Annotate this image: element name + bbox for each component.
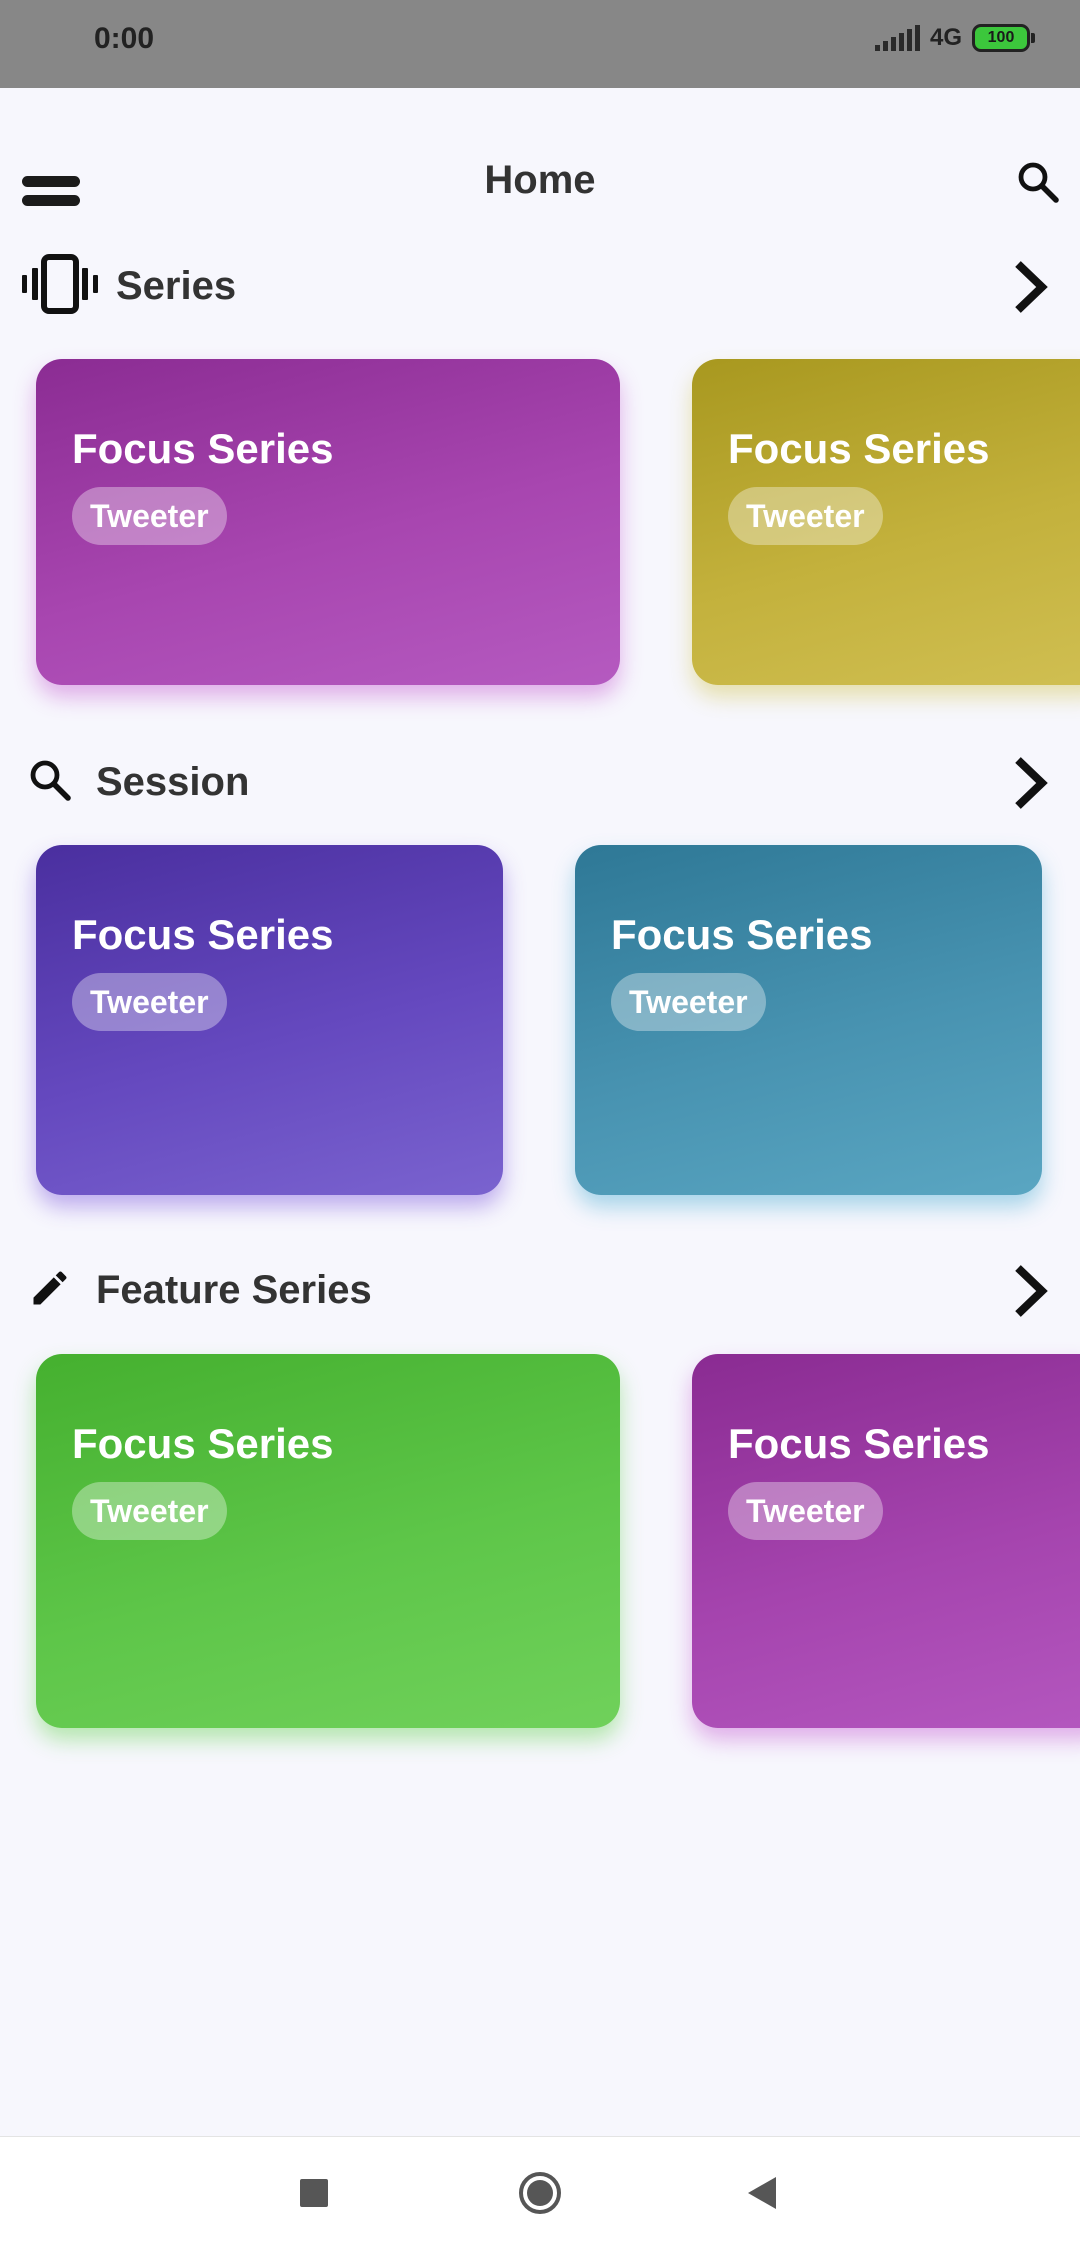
battery-icon: 100 (972, 24, 1035, 52)
chevron-right-icon[interactable] (1010, 258, 1050, 316)
session-card[interactable]: Focus Series Tweeter (36, 845, 503, 1195)
card-title: Focus Series (728, 425, 990, 472)
section-title: Feature Series (96, 1268, 372, 1312)
session-card[interactable]: Focus Series Tweeter (575, 845, 1042, 1195)
feature-series-card[interactable]: Focus Series Tweeter (36, 1354, 620, 1728)
section-header-feature-series[interactable]: Feature Series (0, 1256, 1080, 1326)
signal-icon (874, 25, 920, 51)
card-title: Focus Series (72, 1420, 334, 1467)
home-icon[interactable] (518, 2171, 562, 2215)
card-title: Focus Series (72, 425, 334, 472)
status-indicators: 4G 100 (874, 24, 1035, 52)
page-title: Home (484, 158, 596, 202)
status-bar: 0:00 4G 100 (0, 0, 1080, 88)
card-tag: Tweeter (728, 1482, 883, 1540)
card-tag: Tweeter (72, 1482, 227, 1540)
system-nav-bar (0, 2136, 1080, 2247)
section-header-session[interactable]: Session (0, 748, 1080, 818)
card-tag: Tweeter (72, 487, 227, 545)
chevron-right-icon[interactable] (1010, 754, 1050, 812)
back-icon[interactable] (746, 2175, 778, 2211)
recents-icon[interactable] (300, 2179, 328, 2207)
card-tag: Tweeter (728, 487, 883, 545)
search-icon[interactable] (1014, 158, 1062, 206)
status-time: 0:00 (94, 22, 155, 55)
search-icon (30, 760, 71, 801)
section-header-series[interactable]: Series (0, 252, 1080, 322)
series-card[interactable]: Focus Series Tweeter (36, 359, 620, 685)
card-tag: Tweeter (72, 973, 227, 1031)
series-card[interactable]: Focus Series Tweeter (692, 359, 1080, 685)
pencil-icon (33, 1271, 67, 1305)
section-title: Session (96, 760, 250, 804)
vibration-icon (22, 254, 98, 314)
card-title: Focus Series (728, 1420, 990, 1467)
feature-series-card[interactable]: Focus Series Tweeter (692, 1354, 1080, 1728)
card-title: Focus Series (611, 911, 873, 958)
section-title: Series (116, 264, 237, 308)
battery-level: 100 (987, 29, 1015, 46)
network-label: 4G (929, 24, 962, 51)
card-tag: Tweeter (611, 973, 766, 1031)
card-title: Focus Series (72, 911, 334, 958)
chevron-right-icon[interactable] (1010, 1262, 1050, 1320)
